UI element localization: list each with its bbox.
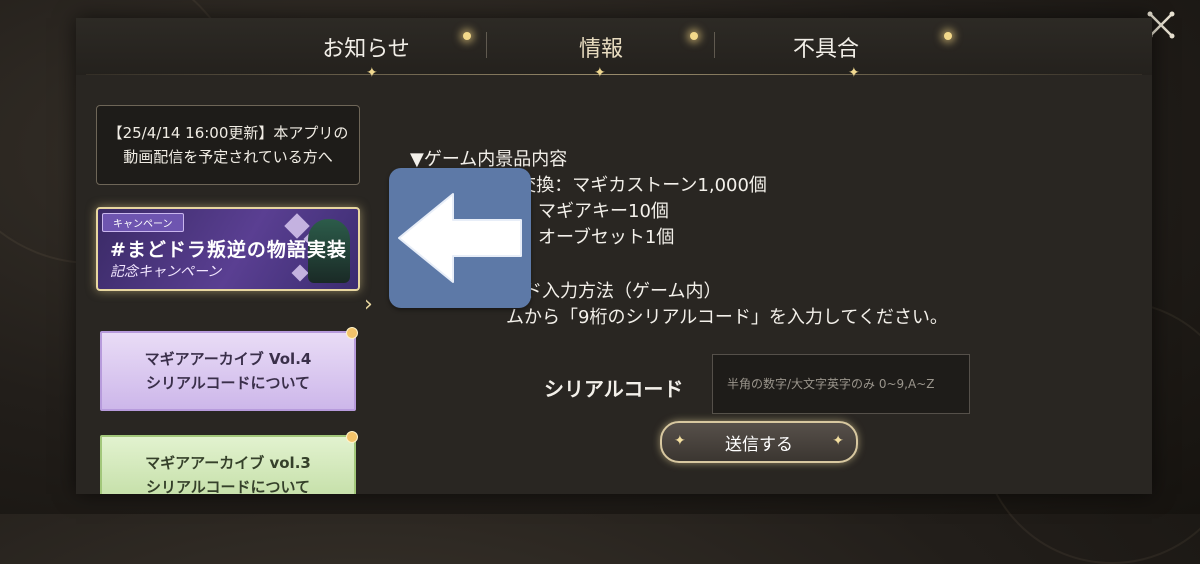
campaign-subtitle: 記念キャンペーン bbox=[110, 264, 222, 280]
back-arrow-overlay[interactable] bbox=[389, 168, 531, 308]
tab-divider bbox=[486, 32, 487, 58]
sparkle-icon bbox=[463, 32, 471, 40]
new-badge-icon bbox=[346, 327, 358, 339]
sparkle-icon: ✦ bbox=[832, 433, 844, 449]
left-arrow-icon bbox=[398, 193, 522, 283]
sparkle-icon bbox=[690, 32, 698, 40]
submit-button-label: 送信する bbox=[725, 434, 793, 455]
list-item-video-notice[interactable]: 【25/4/14 16:00更新】本アプリの動画配信を予定されている方へ bbox=[96, 105, 360, 185]
content-line: ード入力方法（ゲーム内） bbox=[506, 281, 722, 302]
info-dialog: お知らせ 情報 不具合 ✦ ✦ ✦ 【25/4/14 16:00更新】本アプリの… bbox=[76, 18, 1152, 494]
tab-divider bbox=[714, 32, 715, 58]
list-item-campaign-banner[interactable]: キャンペーン #まどドラ叛逆の物語実装 記念キャンペーン bbox=[96, 207, 360, 291]
tab-bar: お知らせ 情報 不具合 ✦ ✦ ✦ bbox=[76, 18, 1152, 80]
archive-subtitle: シリアルコードについて bbox=[145, 374, 311, 392]
list-item-archive-vol3[interactable]: マギアアーカイブ vol.3 シリアルコードについて bbox=[100, 435, 356, 494]
archive-subtitle: シリアルコードについて bbox=[145, 478, 311, 494]
campaign-tag: キャンペーン bbox=[102, 213, 184, 232]
campaign-title: #まどドラ叛逆の物語実装 bbox=[110, 239, 347, 261]
chevron-right-icon: › bbox=[364, 292, 373, 317]
list-item-label: 【25/4/14 16:00更新】本アプリの動画配信を予定されている方へ bbox=[107, 124, 349, 166]
gem-icon bbox=[291, 264, 309, 282]
content-line: ムから「9桁のシリアルコード」を入力してください。 bbox=[506, 307, 948, 328]
submit-button[interactable]: ✦ 送信する ✦ bbox=[660, 421, 858, 463]
tab-bugs[interactable]: 不具合 bbox=[726, 18, 926, 75]
sparkle-icon bbox=[944, 32, 952, 40]
list-item-archive-vol4[interactable]: マギアアーカイブ Vol.4 シリアルコードについて bbox=[100, 331, 356, 411]
archive-title: マギアアーカイブ Vol.4 bbox=[144, 350, 312, 368]
serial-code-input[interactable] bbox=[712, 354, 970, 414]
archive-title: マギアアーカイブ vol.3 bbox=[145, 454, 311, 472]
serial-code-label: シリアルコード bbox=[544, 377, 684, 401]
notice-list[interactable]: 【25/4/14 16:00更新】本アプリの動画配信を予定されている方へ キャン… bbox=[76, 75, 376, 494]
new-badge-icon bbox=[346, 431, 358, 443]
sparkle-icon: ✦ bbox=[674, 433, 686, 449]
